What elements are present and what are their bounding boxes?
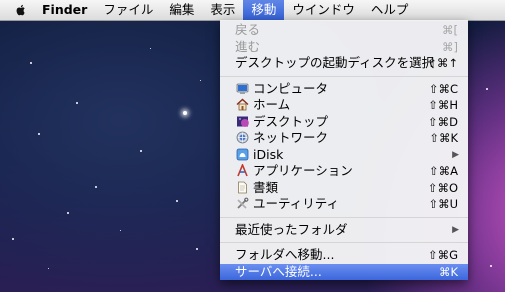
- shortcut-label: ⌘K: [438, 264, 458, 279]
- shortcut-label: ⇧⌘O: [427, 180, 458, 195]
- menu-item-applications[interactable]: アプリケーション ⇧⌘A: [220, 163, 468, 180]
- submenu-arrow-icon: ▶: [452, 149, 459, 160]
- shortcut-label: ⇧⌘A: [428, 164, 458, 178]
- star: [95, 186, 97, 188]
- menu-item-computer[interactable]: コンピュータ ⇧⌘C: [220, 81, 468, 98]
- shortcut-label: ⌘]: [442, 39, 458, 54]
- menu-item-select-startup-disk[interactable]: デスクトップの起動ディスクを選択 ⇧⌘↑: [220, 55, 468, 72]
- star: [12, 238, 14, 240]
- menu-go[interactable]: 移動: [243, 0, 285, 20]
- shortcut-label: ⇧⌘↑: [427, 56, 458, 70]
- apple-menu-icon[interactable]: [14, 3, 28, 17]
- star: [183, 111, 187, 115]
- menu-item-utilities[interactable]: ユーティリティ ⇧⌘U: [220, 196, 468, 213]
- documents-icon: [238, 181, 247, 193]
- menu-separator: [220, 242, 468, 243]
- network-icon: [236, 131, 249, 144]
- shortcut-label: ⌘[: [442, 23, 458, 37]
- star: [120, 230, 121, 231]
- menu-separator: [220, 75, 468, 77]
- menu-window[interactable]: ウインドウ: [284, 0, 363, 20]
- menu-item-label: 最近使ったフォルダ: [235, 221, 348, 237]
- menu-help[interactable]: ヘルプ: [363, 0, 417, 20]
- menu-item-connect-to-server[interactable]: サーバへ接続... ⌘K: [220, 263, 468, 280]
- shortcut-label: ⇧⌘D: [428, 114, 458, 129]
- menu-item-documents[interactable]: 書類 ⇧⌘O: [220, 180, 468, 197]
- menu-finder[interactable]: Finder: [42, 0, 95, 20]
- menu-item-network[interactable]: ネットワーク ⇧⌘K: [220, 130, 468, 147]
- shortcut-label: ⇧⌘G: [427, 248, 458, 262]
- star: [140, 150, 142, 152]
- shortcut-label: ⇧⌘U: [428, 197, 458, 211]
- applications-icon: [237, 164, 248, 177]
- menu-item-forward[interactable]: 進む ⌘]: [220, 39, 468, 56]
- menu-item-idisk[interactable]: iDisk ▶: [220, 147, 468, 164]
- star: [30, 62, 32, 64]
- menu-item-label: ネットワーク: [253, 130, 329, 145]
- submenu-arrow-icon: ▶: [452, 224, 459, 235]
- desktop-icon: [237, 116, 249, 127]
- menu-item-label: iDisk: [253, 146, 284, 162]
- star: [48, 268, 49, 269]
- star: [76, 102, 78, 104]
- menu-file[interactable]: ファイル: [95, 0, 161, 20]
- home-icon: [236, 98, 249, 111]
- menu-item-label: 進む: [235, 38, 261, 54]
- menu-item-label: 戻る: [235, 22, 261, 37]
- menu-item-label: ホーム: [253, 97, 291, 112]
- menu-item-label: デスクトップの起動ディスクを選択: [235, 55, 435, 70]
- menu-item-label: サーバへ接続...: [235, 263, 322, 279]
- shortcut-label: ⇧⌘K: [429, 131, 458, 145]
- menu-item-desktop[interactable]: デスクトップ ⇧⌘D: [220, 114, 468, 131]
- shortcut-label: ⇧⌘H: [428, 98, 458, 112]
- computer-icon: [236, 83, 249, 94]
- menu-item-label: ユーティリティ: [253, 196, 340, 211]
- menu-separator: [220, 216, 468, 218]
- menu-item-label: フォルダへ移動...: [235, 247, 335, 262]
- star: [490, 265, 492, 267]
- star: [38, 133, 40, 135]
- menu-item-label: コンピュータ: [253, 80, 329, 96]
- star: [150, 48, 151, 49]
- menu-item-go-to-folder[interactable]: フォルダへ移動... ⇧⌘G: [220, 247, 468, 264]
- shortcut-label: ⇧⌘C: [428, 81, 458, 96]
- menu-edit[interactable]: 編集: [161, 0, 202, 20]
- menu-item-label: アプリケーション: [253, 163, 353, 178]
- menu-item-label: デスクトップ: [253, 113, 329, 129]
- menu-item-label: 書類: [253, 179, 279, 195]
- menu-bar: Finder ファイル 編集 表示 移動 ウインドウ ヘルプ: [0, 0, 505, 21]
- star: [176, 200, 178, 202]
- star: [67, 212, 69, 214]
- go-menu-dropdown: 戻る ⌘[ 進む ⌘] デスクトップの起動ディスクを選択 ⇧⌘↑ コンピュータ …: [220, 20, 468, 280]
- menu-item-home[interactable]: ホーム ⇧⌘H: [220, 97, 468, 114]
- menu-item-back[interactable]: 戻る ⌘[: [220, 22, 468, 39]
- idisk-icon: [236, 148, 249, 160]
- star: [486, 88, 488, 90]
- star: [196, 248, 198, 250]
- menu-view[interactable]: 表示: [202, 0, 243, 20]
- menu-item-recent-folders[interactable]: 最近使ったフォルダ ▶: [220, 222, 468, 239]
- star: [200, 80, 201, 81]
- utilities-icon: [237, 197, 249, 209]
